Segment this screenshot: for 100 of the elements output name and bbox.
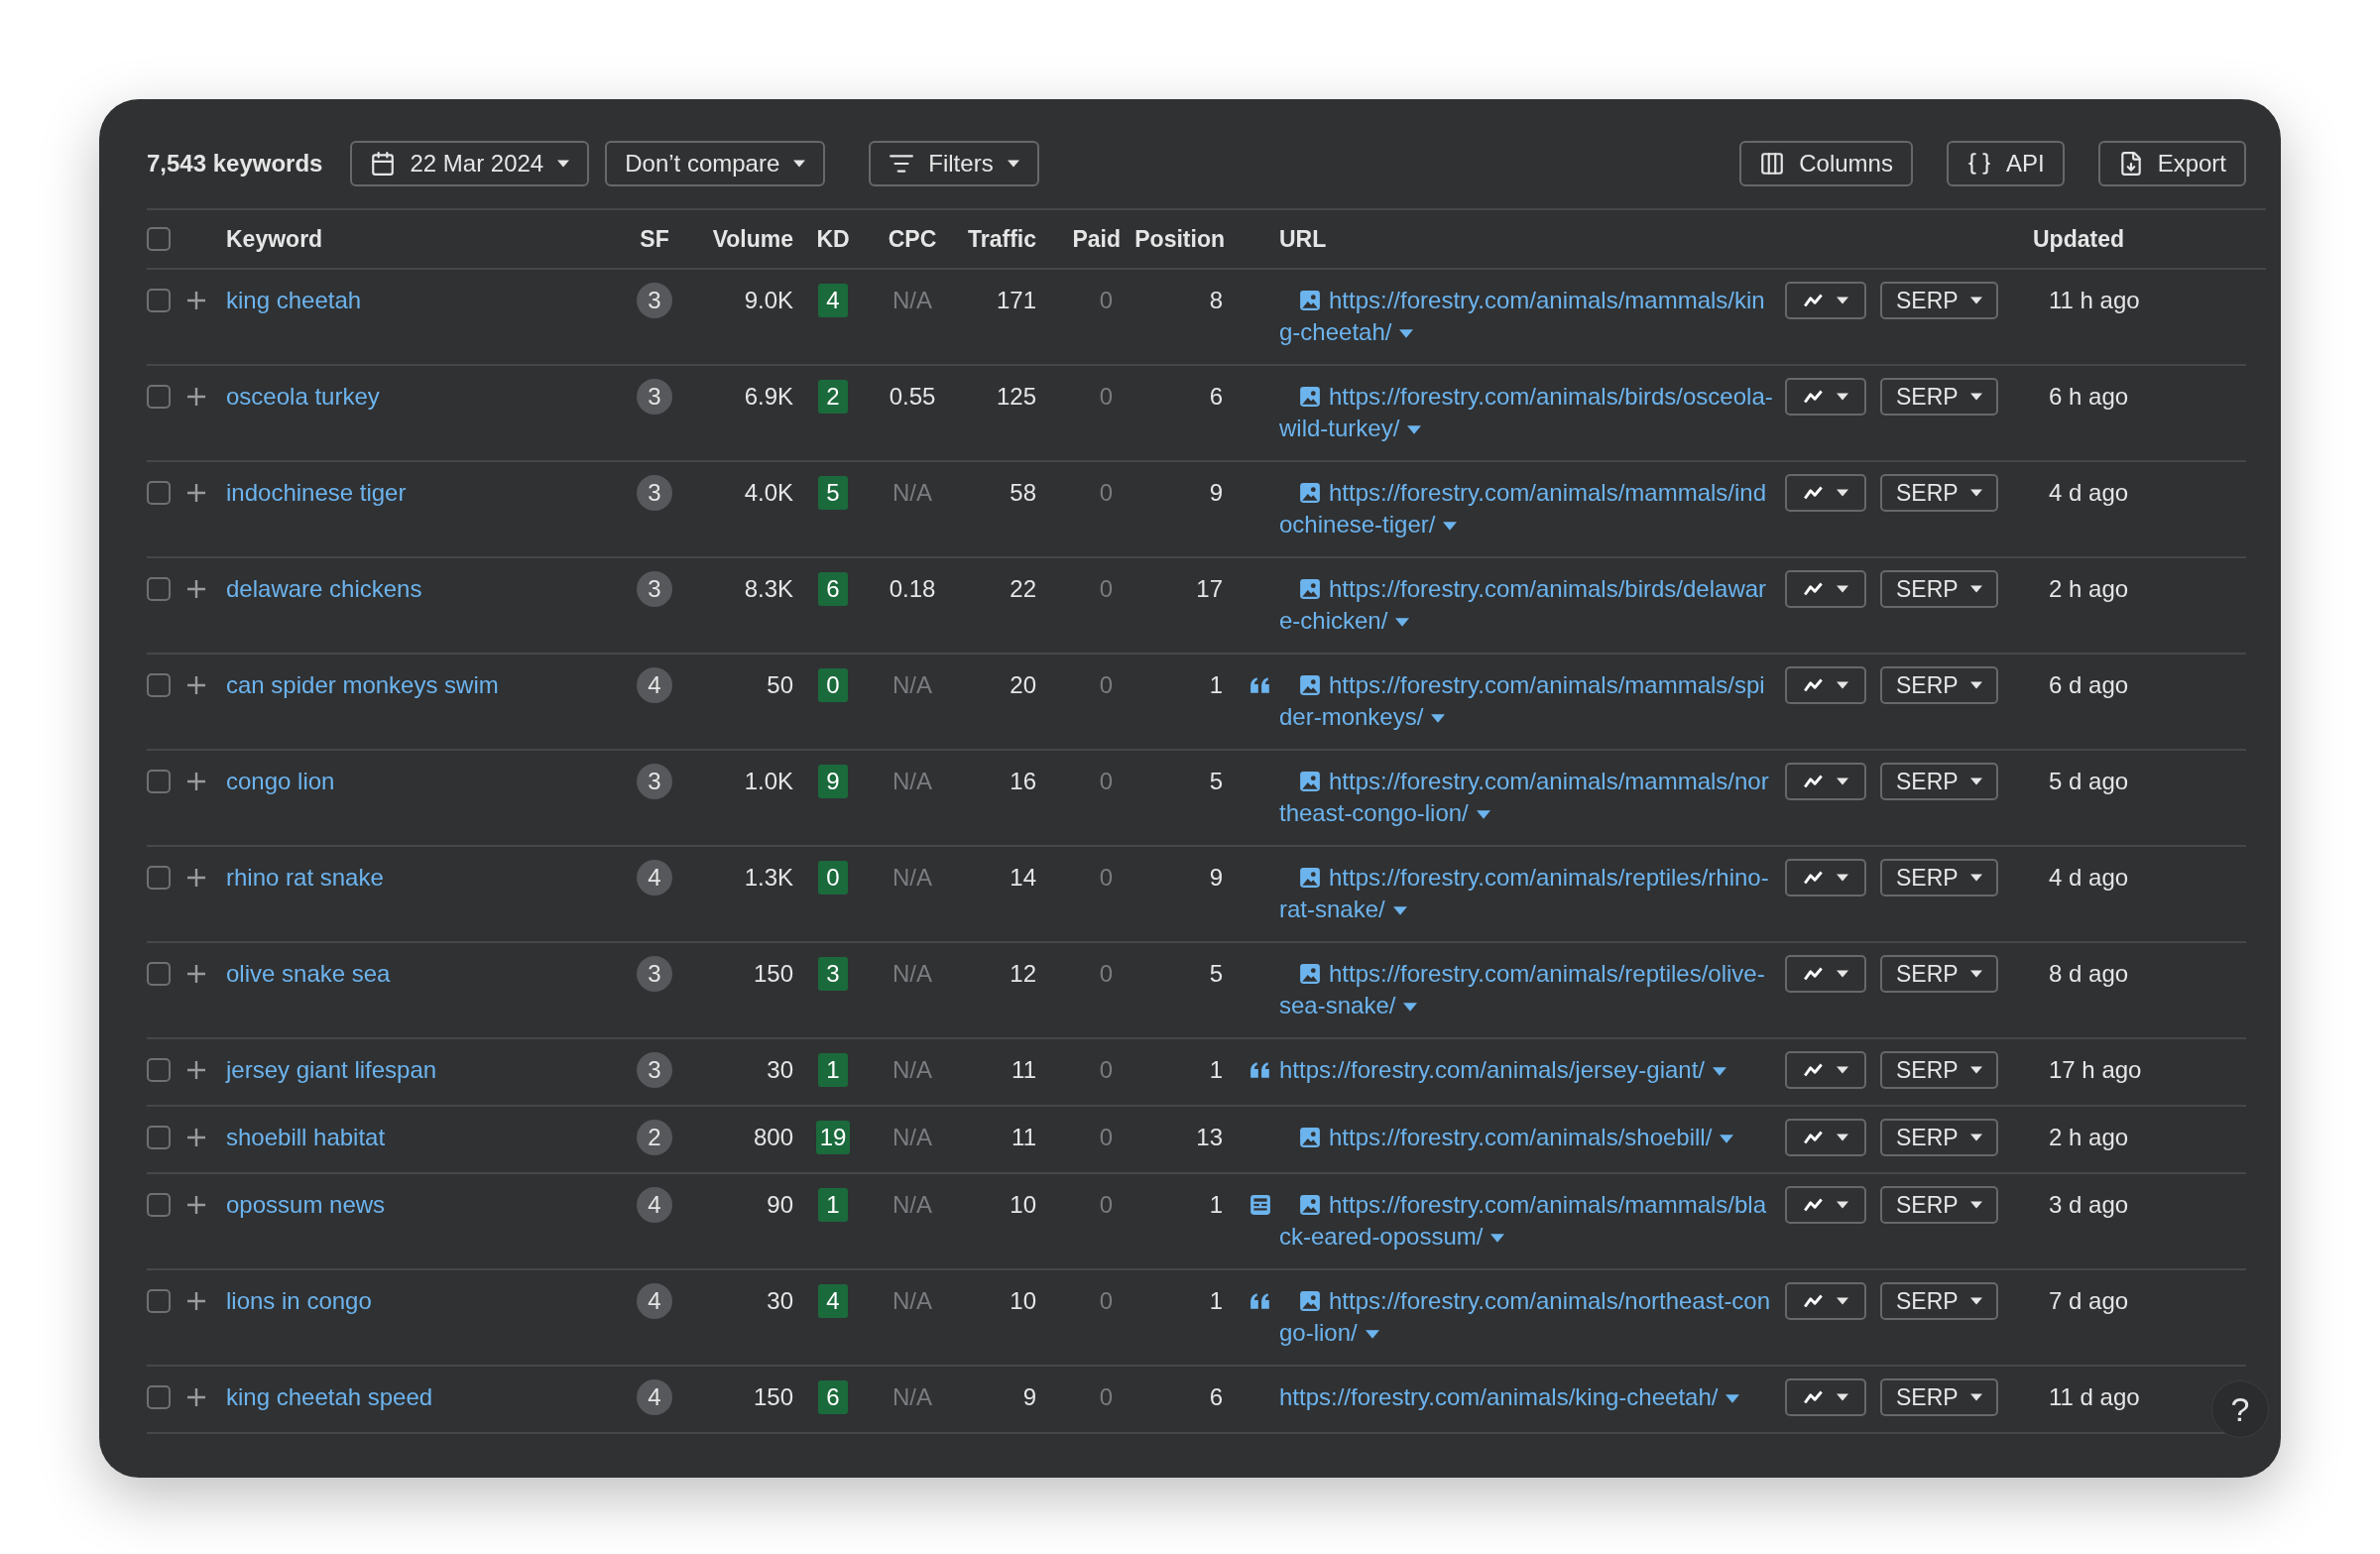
keyword-link[interactable]: jersey giant lifespan	[226, 1056, 437, 1083]
add-icon[interactable]	[186, 387, 206, 407]
chart-dropdown[interactable]	[1785, 763, 1866, 800]
keyword-link[interactable]: king cheetah	[226, 287, 362, 313]
url-link[interactable]: https://forestry.com/animals/mammals/spider-monkeys/	[1279, 669, 1775, 733]
caret-icon[interactable]	[1726, 1394, 1740, 1404]
caret-icon[interactable]	[1395, 618, 1410, 628]
url-link[interactable]: https://forestry.com/animals/reptiles/rhino-rat-snake/	[1279, 862, 1775, 925]
caret-icon[interactable]	[1431, 714, 1446, 724]
caret-icon[interactable]	[1407, 425, 1422, 435]
chart-dropdown[interactable]	[1785, 474, 1866, 512]
chart-dropdown[interactable]	[1785, 378, 1866, 416]
keyword-link[interactable]: congo lion	[226, 768, 335, 794]
compare-dropdown[interactable]: Don’t compare	[605, 141, 826, 186]
add-icon[interactable]	[186, 1128, 206, 1147]
url-link[interactable]: https://forestry.com/animals/jersey-giant/	[1279, 1054, 1775, 1086]
keyword-link[interactable]: olive snake sea	[226, 960, 391, 987]
keyword-link[interactable]: king cheetah speed	[226, 1383, 433, 1410]
checkbox[interactable]	[147, 227, 171, 251]
chart-dropdown[interactable]	[1785, 282, 1866, 319]
caret-icon[interactable]	[1403, 1003, 1418, 1013]
caret-icon[interactable]	[1720, 1135, 1734, 1144]
url-link[interactable]: https://forestry.com/animals/mammals/northeast-congo-lion/	[1279, 766, 1775, 829]
add-icon[interactable]	[186, 1387, 206, 1407]
add-icon[interactable]	[186, 1291, 206, 1311]
serp-dropdown[interactable]: SERP	[1880, 859, 1998, 897]
checkbox[interactable]	[147, 673, 171, 697]
checkbox[interactable]	[147, 1058, 171, 1082]
url-link[interactable]: https://forestry.com/animals/king-cheetah/	[1279, 1381, 1775, 1413]
column-header[interactable]: URL	[1279, 221, 1327, 257]
add-icon[interactable]	[186, 675, 206, 695]
date-dropdown[interactable]: 22 Mar 2024	[350, 141, 590, 186]
add-icon[interactable]	[186, 772, 206, 791]
serp-dropdown[interactable]: SERP	[1880, 763, 1998, 800]
chart-dropdown[interactable]	[1785, 1119, 1866, 1156]
add-icon[interactable]	[186, 483, 206, 503]
chart-dropdown[interactable]	[1785, 1378, 1866, 1416]
serp-dropdown[interactable]: SERP	[1880, 1378, 1998, 1416]
add-icon[interactable]	[186, 291, 206, 310]
keyword-link[interactable]: shoebill habitat	[226, 1124, 386, 1150]
keyword-link[interactable]: opossum news	[226, 1191, 386, 1218]
serp-dropdown[interactable]: SERP	[1880, 282, 1998, 319]
column-header[interactable]: KD	[816, 221, 850, 257]
column-header[interactable]: Updated	[2033, 221, 2124, 257]
chart-dropdown[interactable]	[1785, 1186, 1866, 1224]
chart-dropdown[interactable]	[1785, 570, 1866, 608]
column-header[interactable]: Volume	[712, 221, 793, 257]
checkbox[interactable]	[147, 289, 171, 312]
caret-icon[interactable]	[1365, 1330, 1379, 1340]
url-link[interactable]: https://forestry.com/animals/shoebill/	[1279, 1122, 1775, 1153]
caret-icon[interactable]	[1399, 329, 1414, 339]
checkbox[interactable]	[147, 481, 171, 505]
checkbox[interactable]	[147, 1193, 171, 1217]
chart-dropdown[interactable]	[1785, 1282, 1866, 1320]
export-button[interactable]: Export	[2097, 141, 2246, 186]
serp-dropdown[interactable]: SERP	[1880, 1051, 1998, 1089]
caret-icon[interactable]	[1713, 1067, 1727, 1077]
add-icon[interactable]	[186, 579, 206, 599]
checkbox[interactable]	[147, 577, 171, 601]
checkbox[interactable]	[147, 962, 171, 986]
serp-dropdown[interactable]: SERP	[1880, 1186, 1998, 1224]
caret-icon[interactable]	[1392, 906, 1407, 916]
caret-icon[interactable]	[1443, 522, 1458, 532]
keyword-link[interactable]: indochinese tiger	[226, 479, 407, 506]
serp-dropdown[interactable]: SERP	[1880, 1282, 1998, 1320]
add-icon[interactable]	[186, 964, 206, 984]
chart-dropdown[interactable]	[1785, 859, 1866, 897]
add-icon[interactable]	[186, 868, 206, 888]
checkbox[interactable]	[147, 866, 171, 890]
keyword-link[interactable]: lions in congo	[226, 1287, 372, 1314]
serp-dropdown[interactable]: SERP	[1880, 666, 1998, 704]
help-button[interactable]: ?	[2211, 1380, 2269, 1438]
columns-button[interactable]: Columns	[1739, 141, 1913, 186]
column-header[interactable]: Traffic	[967, 221, 1036, 257]
caret-icon[interactable]	[1476, 810, 1490, 820]
url-link[interactable]: https://forestry.com/animals/mammals/king-cheetah/	[1279, 285, 1775, 348]
chart-dropdown[interactable]	[1785, 955, 1866, 993]
serp-dropdown[interactable]: SERP	[1880, 378, 1998, 416]
api-button[interactable]: API	[1946, 141, 2065, 186]
filters-dropdown[interactable]: Filters	[869, 141, 1039, 186]
add-icon[interactable]	[186, 1060, 206, 1080]
caret-icon[interactable]	[1490, 1234, 1505, 1244]
serp-dropdown[interactable]: SERP	[1880, 474, 1998, 512]
add-icon[interactable]	[186, 1195, 206, 1215]
serp-dropdown[interactable]: SERP	[1880, 1119, 1998, 1156]
checkbox[interactable]	[147, 1126, 171, 1149]
column-header[interactable]: Position	[1134, 221, 1225, 257]
serp-dropdown[interactable]: SERP	[1880, 570, 1998, 608]
keyword-link[interactable]: rhino rat snake	[226, 864, 384, 891]
column-header[interactable]: SF	[640, 221, 669, 257]
url-link[interactable]: https://forestry.com/animals/reptiles/olive-sea-snake/	[1279, 958, 1775, 1021]
keyword-link[interactable]: can spider monkeys swim	[226, 671, 499, 698]
url-link[interactable]: https://forestry.com/animals/mammals/indochinese-tiger/	[1279, 477, 1775, 540]
chart-dropdown[interactable]	[1785, 666, 1866, 704]
keyword-link[interactable]: delaware chickens	[226, 575, 422, 602]
checkbox[interactable]	[147, 1289, 171, 1313]
url-link[interactable]: https://forestry.com/animals/birds/osceola-wild-turkey/	[1279, 381, 1775, 444]
url-link[interactable]: https://forestry.com/animals/mammals/black-eared-opossum/	[1279, 1189, 1775, 1253]
column-header[interactable]: Keyword	[226, 221, 323, 257]
url-link[interactable]: https://forestry.com/animals/birds/delaware-chicken/	[1279, 573, 1775, 637]
